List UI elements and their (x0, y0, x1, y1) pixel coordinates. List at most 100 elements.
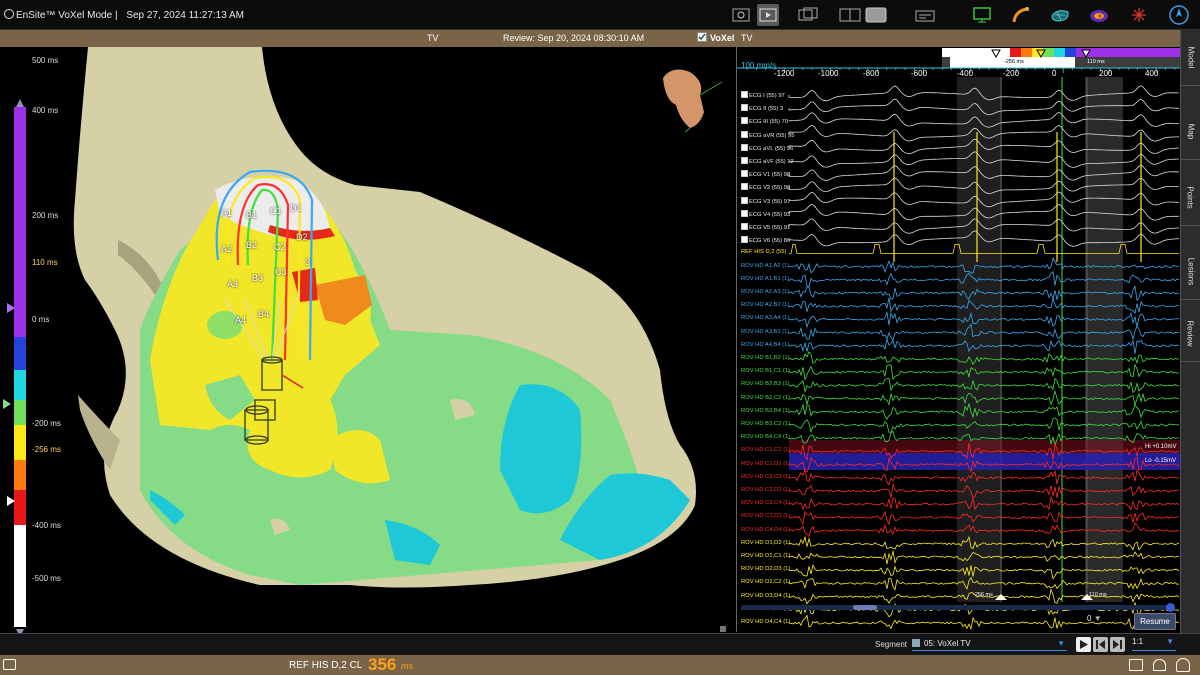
channel-label[interactable]: ECG II (55) 3 (741, 104, 783, 112)
channel-label-text: ROV HD B4,C4 (1) (741, 434, 790, 441)
ablation-spark-icon[interactable] (1127, 4, 1151, 26)
channel-label[interactable]: ROV HD A3,B3 (1) (741, 329, 789, 335)
channel-label[interactable]: ECG aVF (55) 12 (741, 157, 794, 165)
resize-handle-icon[interactable] (720, 626, 726, 632)
channel-label[interactable]: ROV HD D3,D4 (1) (741, 593, 790, 599)
segment-dropdown-icon[interactable]: ▼ (1057, 637, 1065, 650)
channel-checkbox-icon[interactable] (741, 209, 748, 217)
trace-scroll-thumb[interactable] (853, 605, 877, 610)
channel-label-text: ROV HD A2,B2 (1) (741, 302, 790, 309)
channel-label[interactable]: ROV HD D1,D2 (1) (741, 540, 790, 546)
channel-label[interactable]: ROV HD C2,C3 (1) (741, 474, 790, 480)
counter-dropdown-icon[interactable]: ▼ (1094, 614, 1102, 623)
lock-icon[interactable] (1153, 659, 1166, 671)
channel-label[interactable]: ROV HD A1,B1 (1) (741, 276, 789, 282)
channel-label[interactable]: ROV HD B4,C4 (1) (741, 434, 790, 440)
tab-lesions[interactable]: Lesions (1181, 244, 1200, 300)
channel-label[interactable]: ECG V3 (55) 97 (741, 196, 790, 205)
channel-label[interactable]: ROV HD B2,B3 (1) (741, 381, 790, 387)
segment-select[interactable]: 05: VoXel TV ▼ (912, 637, 1067, 651)
monitor-icon[interactable] (971, 4, 993, 26)
color-scale-bar[interactable] (14, 107, 26, 627)
channel-label[interactable]: ECG aVL (55) 96 (741, 143, 793, 152)
channel-label[interactable]: ROV HD C3,D3 (1) (741, 513, 790, 519)
trace-scrollbar[interactable] (741, 603, 1175, 612)
fullscreen-view-icon[interactable] (864, 4, 888, 26)
tab-map[interactable]: Map (1181, 104, 1200, 160)
channel-label[interactable]: ROV HD B2,C2 (1) (741, 395, 790, 401)
channel-checkbox-icon[interactable] (741, 130, 748, 138)
channel-label[interactable]: ECG I (55) 97 (741, 91, 785, 99)
catheter-icon[interactable] (1010, 4, 1032, 26)
channel-label[interactable]: ROV HD C4,D4 (1) (741, 527, 790, 533)
resume-button[interactable]: Resume (1134, 613, 1176, 630)
channel-label[interactable]: ROV HD D4,C4 (1) (741, 619, 790, 625)
channel-label[interactable]: ECG III (55) 70 (741, 117, 788, 125)
channel-checkbox-icon[interactable] (741, 170, 748, 178)
channel-checkbox-icon[interactable] (741, 157, 748, 164)
channel-label[interactable]: ROV HD C3,C4 (1) (741, 500, 790, 506)
toolbox-icon[interactable] (913, 4, 937, 26)
scale-dropdown-icon[interactable]: ▼ (1166, 637, 1174, 646)
dark-window (1002, 77, 1060, 602)
split-view-icon[interactable] (838, 4, 862, 26)
channel-label[interactable]: ROV HD B1,C1 (1) (741, 368, 790, 374)
channel-label[interactable]: ROV HD D2,C2 (1) (741, 579, 790, 585)
copy-view-icon[interactable] (797, 4, 819, 26)
channel-label[interactable]: ECG V1 (55) 98 (741, 170, 790, 178)
channel-label[interactable]: ROV HD C1,C2 (1) (741, 447, 790, 453)
channel-checkbox-icon[interactable] (741, 223, 748, 230)
channel-label[interactable]: ROV HD A2,B2 (1) (741, 302, 789, 308)
tab-review[interactable]: Review (1181, 306, 1200, 362)
channel-label[interactable]: ROV HD D1,C1 (1) (741, 553, 790, 559)
orientation-model-icon[interactable] (663, 69, 723, 133)
trace-panel[interactable]: ECG I (55) 97 ECG II (55) 3 ECG III (55) 7… (736, 47, 1181, 632)
panel-checkbox-icon[interactable] (697, 32, 707, 44)
voxel-map-icon[interactable] (1087, 4, 1111, 26)
window-icon[interactable] (3, 659, 16, 670)
channel-label[interactable]: ROV HD B3,B4 (1) (741, 408, 790, 414)
channel-label[interactable]: ECG V6 (55) 86 (741, 236, 790, 244)
channel-label[interactable]: ROV HD B3,C3 (1) (741, 421, 790, 427)
channel-label[interactable]: ROV HD C1,D1 (1) (741, 461, 790, 467)
channel-checkbox-icon[interactable] (741, 183, 748, 191)
channel-label[interactable]: ROV HD B1,B2 (1) (741, 355, 790, 361)
channel-checkbox-icon[interactable] (741, 236, 748, 244)
heart-model-render[interactable] (0, 47, 733, 633)
play-button[interactable] (1076, 637, 1091, 652)
channel-checkbox-icon[interactable] (741, 104, 748, 112)
channel-checkbox-icon[interactable] (741, 91, 748, 98)
headset-icon[interactable] (1176, 658, 1190, 672)
trace-waveforms[interactable] (737, 47, 1181, 632)
scale-select[interactable]: 1:1 ▼ (1132, 637, 1176, 651)
map-3d-panel[interactable]: A1 B1 C1 D1 A2 B2 C2 D2 A3 B3 C3 3 A4 B4 500 ms 400 ms… (0, 47, 733, 637)
tab-model[interactable]: Model (1181, 30, 1200, 86)
electrode-label: C3 (275, 267, 287, 277)
play-view-icon[interactable] (757, 4, 779, 26)
channel-label[interactable]: ECG V4 (55) 93 (741, 209, 790, 218)
channel-label[interactable]: ROV HD A4,B4 (1) (741, 342, 789, 348)
navigation-icon[interactable] (1166, 4, 1192, 26)
channel-label[interactable]: ECG aVR (55) 95 (741, 130, 794, 139)
channel-label[interactable]: REF HIS D,2 (55) (741, 249, 786, 255)
channel-checkbox-icon[interactable] (741, 117, 748, 125)
channel-label[interactable]: ECG V2 (55) 98 (741, 183, 790, 191)
window-strip-segment (1021, 48, 1032, 57)
channel-label[interactable]: ECG V5 (55) 91 (741, 223, 790, 231)
search-view-icon[interactable] (731, 4, 751, 26)
channel-label[interactable]: ROV HD A3,A4 (1) (741, 315, 789, 321)
channel-label[interactable]: ROV HD C2,D2 (1) (741, 487, 790, 493)
channel-label[interactable]: ROV HD A2,A3 (1) (741, 289, 789, 295)
sweep-speed[interactable]: 100 mm/s (741, 61, 776, 70)
tab-points[interactable]: Points (1181, 170, 1200, 226)
page-counter[interactable]: 0 ▼ (1087, 614, 1102, 623)
channel-checkbox-icon[interactable] (741, 143, 748, 151)
channel-label[interactable]: ROV HD D2,D3 (1) (741, 566, 790, 572)
screenshot-icon[interactable] (1129, 659, 1143, 671)
channel-label[interactable]: ROV HD A1,A2 (1) (741, 263, 789, 269)
step-back-button[interactable] (1093, 637, 1108, 652)
scroll-end-icon[interactable] (1166, 603, 1175, 612)
step-forward-button[interactable] (1110, 637, 1125, 652)
mesh-model-icon[interactable] (1048, 4, 1072, 26)
channel-checkbox-icon[interactable] (741, 196, 748, 204)
